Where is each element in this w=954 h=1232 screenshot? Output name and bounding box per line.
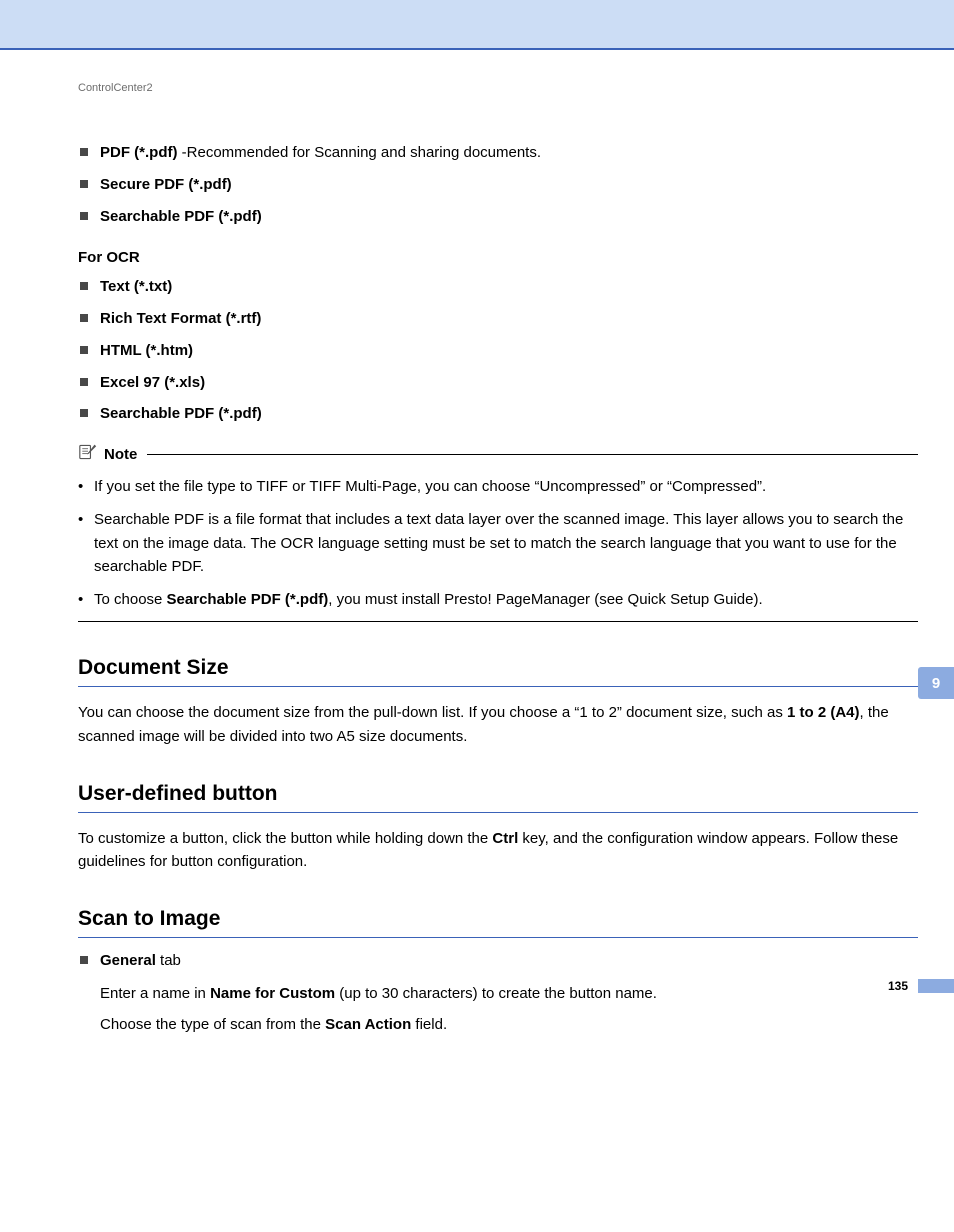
list-item: Secure PDF (*.pdf) bbox=[78, 174, 918, 196]
list-item: Searchable PDF (*.pdf) bbox=[78, 206, 918, 228]
list-item-text: Excel 97 (*.xls) bbox=[100, 372, 205, 394]
heading-document-size: Document Size bbox=[78, 656, 918, 687]
for-ocr-label: For OCR bbox=[78, 249, 918, 266]
note-item: •Searchable PDF is a file format that in… bbox=[78, 508, 918, 578]
list-item: Rich Text Format (*.rtf) bbox=[78, 308, 918, 330]
bullet-icon bbox=[80, 956, 88, 964]
general-tab-label: General tab bbox=[100, 950, 181, 972]
note-label: Note bbox=[104, 446, 137, 463]
list-item: Text (*.txt) bbox=[78, 276, 918, 298]
note-item-text: Searchable PDF is a file format that inc… bbox=[94, 508, 918, 578]
bullet-icon bbox=[80, 409, 88, 417]
list-item-text: HTML (*.htm) bbox=[100, 340, 193, 362]
chapter-side-tab: 9 bbox=[918, 667, 954, 699]
bullet-icon bbox=[80, 378, 88, 386]
note-rule bbox=[147, 454, 918, 455]
bullet-icon bbox=[80, 314, 88, 322]
list-item: PDF (*.pdf) -Recommended for Scanning an… bbox=[78, 142, 918, 164]
list-item-text: Rich Text Format (*.rtf) bbox=[100, 308, 261, 330]
list-item-text: Text (*.txt) bbox=[100, 276, 172, 298]
list-item: Excel 97 (*.xls) bbox=[78, 372, 918, 394]
scan-image-line2: Choose the type of scan from the Scan Ac… bbox=[100, 1013, 918, 1036]
ocr-list: Text (*.txt) Rich Text Format (*.rtf) HTML… bbox=[78, 276, 918, 425]
note-item: •If you set the file type to TIFF or TIF… bbox=[78, 475, 918, 498]
page-body: ControlCenter2 PDF (*.pdf) -Recommended … bbox=[0, 82, 954, 1037]
bullet-icon bbox=[80, 346, 88, 354]
bullet-icon bbox=[80, 212, 88, 220]
bullet-icon bbox=[80, 148, 88, 156]
general-label-bold: General bbox=[100, 952, 156, 969]
user-defined-button-paragraph: To customize a button, click the button … bbox=[78, 827, 918, 874]
header-band bbox=[0, 0, 954, 50]
note-items: •If you set the file type to TIFF or TIF… bbox=[78, 475, 918, 611]
document-size-paragraph: You can choose the document size from th… bbox=[78, 701, 918, 748]
running-head: ControlCenter2 bbox=[78, 82, 918, 94]
file-type-list: PDF (*.pdf) -Recommended for Scanning an… bbox=[78, 142, 918, 227]
list-item-text: Searchable PDF (*.pdf) bbox=[100, 206, 262, 228]
list-item: Searchable PDF (*.pdf) bbox=[78, 403, 918, 425]
bullet-icon bbox=[80, 282, 88, 290]
bullet-dot-icon: • bbox=[78, 508, 94, 578]
heading-scan-to-image: Scan to Image bbox=[78, 907, 918, 938]
list-item-text: Searchable PDF (*.pdf) bbox=[100, 403, 262, 425]
footer-tab-stub bbox=[918, 979, 954, 993]
bullet-dot-icon: • bbox=[78, 588, 94, 611]
page-footer: 135 bbox=[0, 979, 954, 993]
heading-user-defined-button: User-defined button bbox=[78, 782, 918, 813]
note-item-text: To choose Searchable PDF (*.pdf), you mu… bbox=[94, 588, 763, 611]
list-item-text: PDF (*.pdf) -Recommended for Scanning an… bbox=[100, 142, 541, 164]
bullet-dot-icon: • bbox=[78, 475, 94, 498]
note-icon bbox=[78, 443, 98, 465]
page-number: 135 bbox=[888, 979, 908, 993]
general-tab-word: tab bbox=[156, 952, 181, 969]
list-item-text: Secure PDF (*.pdf) bbox=[100, 174, 232, 196]
list-item: HTML (*.htm) bbox=[78, 340, 918, 362]
note-item: •To choose Searchable PDF (*.pdf), you m… bbox=[78, 588, 918, 611]
scan-to-image-list: General tab Enter a name in Name for Cus… bbox=[78, 950, 918, 1036]
bullet-icon bbox=[80, 180, 88, 188]
list-item: General tab bbox=[78, 950, 918, 972]
note-header: Note bbox=[78, 443, 918, 465]
note-item-text: If you set the file type to TIFF or TIFF… bbox=[94, 475, 766, 498]
note-block: Note •If you set the file type to TIFF o… bbox=[78, 443, 918, 622]
